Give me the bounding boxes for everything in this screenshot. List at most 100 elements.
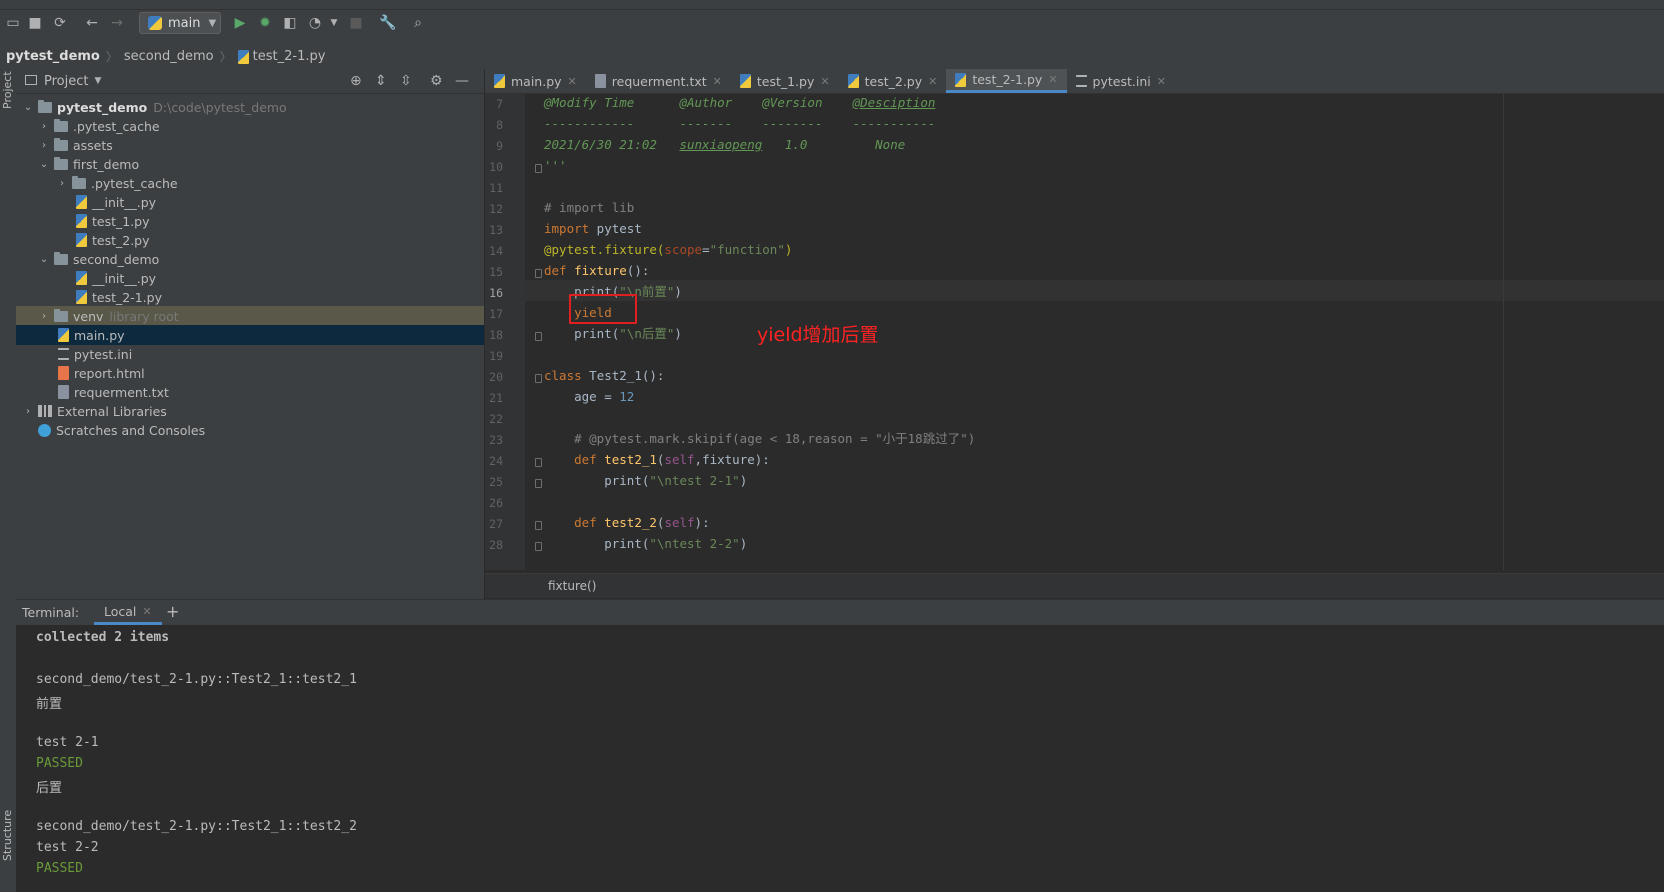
tab-label: test_1.py: [756, 73, 815, 89]
tree-item-first-demo[interactable]: ⌄ first_demo: [16, 154, 484, 174]
code-editor[interactable]: [525, 94, 1664, 570]
folder-icon: [54, 308, 68, 322]
tree-item-scratches[interactable]: Scratches and Consoles: [16, 420, 484, 440]
tree-item-assets[interactable]: › assets: [16, 135, 484, 155]
coverage-icon[interactable]: ◧: [281, 14, 299, 32]
code-line-28: print("\ntest 2-2"): [604, 536, 748, 551]
close-icon[interactable]: ✕: [1048, 73, 1057, 86]
close-icon[interactable]: ✕: [568, 75, 577, 88]
fold-marker-icon[interactable]: [535, 374, 542, 383]
search-icon[interactable]: ⌕: [409, 14, 427, 32]
tree-item-pytest-ini[interactable]: pytest.ini: [16, 344, 484, 364]
current-line-highlight: [525, 280, 1664, 301]
line-number: 26: [489, 496, 503, 510]
breadcrumb-item-project[interactable]: pytest_demo: [6, 49, 100, 64]
fold-marker-icon[interactable]: [535, 458, 542, 467]
chevron-right-icon[interactable]: ›: [38, 140, 50, 151]
settings-wrench-icon[interactable]: 🔧: [379, 14, 397, 32]
line-number: 11: [489, 181, 503, 195]
tree-item-first-demo-init[interactable]: __init__.py: [16, 192, 484, 212]
chevron-right-icon[interactable]: ›: [38, 121, 50, 132]
tab-test-2-py[interactable]: test_2.py ✕: [839, 69, 947, 93]
terminal-output[interactable]: collected 2 items second_demo/test_2-1.p…: [16, 625, 1664, 892]
sync-icon[interactable]: ⟳: [51, 14, 69, 32]
editor-breadcrumb-item[interactable]: fixture(): [548, 579, 596, 593]
line-number: 22: [489, 412, 503, 426]
chevron-down-icon[interactable]: ⌄: [38, 254, 50, 265]
close-icon[interactable]: ✕: [928, 75, 937, 88]
breadcrumb: pytest_demo 〉 second_demo 〉 test_2-1.py: [0, 44, 1664, 70]
breadcrumb-separator-icon: 〉: [219, 50, 232, 64]
tree-item-main-py[interactable]: main.py: [16, 325, 484, 345]
forward-icon[interactable]: →: [108, 14, 126, 32]
terminal-line: collected 2 items: [36, 630, 170, 645]
structure-tool-window-button[interactable]: Structure: [1, 810, 14, 861]
chevron-down-icon[interactable]: ▼: [94, 76, 101, 86]
breadcrumb-item-file[interactable]: test_2-1.py: [253, 49, 326, 64]
breadcrumb-item-folder[interactable]: second_demo: [124, 49, 214, 64]
new-terminal-plus-icon[interactable]: +: [166, 602, 179, 621]
hide-panel-icon[interactable]: —: [455, 73, 469, 89]
tree-item-test-1[interactable]: test_1.py: [16, 211, 484, 231]
tree-item-second-demo-init[interactable]: __init__.py: [16, 268, 484, 288]
line-number: 9: [496, 139, 503, 153]
tree-item-first-demo-pytest-cache[interactable]: › .pytest_cache: [16, 173, 484, 193]
code-line-12: # import lib: [544, 200, 635, 215]
scratches-icon: [38, 423, 51, 437]
tree-item-requerment-txt[interactable]: requerment.txt: [16, 382, 484, 402]
tab-pytest-ini[interactable]: pytest.ini ✕: [1067, 69, 1175, 93]
fold-marker-icon[interactable]: [535, 521, 542, 530]
terminal-tab-local[interactable]: Local ✕: [94, 600, 162, 625]
tree-item-second-demo[interactable]: ⌄ second_demo: [16, 249, 484, 269]
back-icon[interactable]: ←: [83, 14, 101, 32]
fold-marker-icon[interactable]: [535, 332, 542, 341]
fold-marker-icon[interactable]: [535, 479, 542, 488]
tree-item-report-html[interactable]: report.html: [16, 363, 484, 383]
tab-test-1-py[interactable]: test_1.py ✕: [731, 69, 839, 93]
more-run-chevron-icon[interactable]: ▼: [325, 14, 343, 32]
annotation-text: yield增加后置: [757, 324, 879, 346]
chevron-down-icon[interactable]: ⌄: [22, 102, 34, 113]
stop-icon[interactable]: ■: [347, 14, 365, 32]
code-line-18: print("\n后置"): [574, 326, 682, 341]
tab-main-py[interactable]: main.py ✕: [485, 69, 586, 93]
tree-item-external-libraries[interactable]: › External Libraries: [16, 401, 484, 421]
profile-icon[interactable]: ◔: [306, 14, 324, 32]
line-number: 27: [489, 517, 503, 531]
chevron-right-icon[interactable]: ›: [38, 311, 50, 322]
close-icon[interactable]: ✕: [142, 605, 151, 618]
run-config-selector[interactable]: main ▼: [139, 12, 221, 34]
tab-label: pytest.ini: [1092, 73, 1151, 89]
chevron-right-icon[interactable]: ›: [22, 406, 34, 417]
tree-item-venv[interactable]: › venv library root: [16, 306, 484, 326]
tab-test-2-1-py[interactable]: test_2-1.py ✕: [946, 69, 1067, 93]
tree-item-test-2-1[interactable]: test_2-1.py: [16, 287, 484, 307]
close-icon[interactable]: ✕: [1157, 75, 1166, 88]
code-line-27: def test2_2(self):: [574, 515, 710, 530]
project-panel-title[interactable]: Project: [44, 74, 88, 89]
fold-marker-icon[interactable]: [535, 542, 542, 551]
debug-icon[interactable]: ✹: [256, 14, 274, 32]
project-tool-window-button[interactable]: Project: [1, 71, 14, 109]
chevron-down-icon[interactable]: ⌄: [38, 159, 50, 170]
close-icon[interactable]: ✕: [820, 75, 829, 88]
folder-icon: [54, 118, 68, 132]
fold-marker-icon[interactable]: [535, 269, 542, 278]
collapse-all-icon[interactable]: ⇳: [400, 73, 412, 89]
gear-icon[interactable]: ⚙: [430, 73, 443, 89]
tree-item-project-root[interactable]: ⌄ pytest_demo D:\code\pytest_demo: [16, 97, 484, 117]
expand-all-icon[interactable]: ⇕: [375, 73, 387, 89]
chevron-right-icon[interactable]: ›: [56, 178, 68, 189]
tree-item-pytest-cache[interactable]: › .pytest_cache: [16, 116, 484, 136]
tab-requerment-txt[interactable]: requerment.txt ✕: [586, 69, 731, 93]
locate-file-icon[interactable]: ⊕: [350, 73, 362, 89]
python-file-icon: [76, 233, 87, 247]
close-icon[interactable]: ✕: [713, 75, 722, 88]
tree-item-test-2[interactable]: test_2.py: [16, 230, 484, 250]
open-folder-icon[interactable]: ▭: [4, 14, 22, 32]
save-icon[interactable]: ■: [26, 14, 44, 32]
run-icon[interactable]: ▶: [231, 14, 249, 32]
tree-item-label: first_demo: [73, 156, 140, 172]
line-number: 25: [489, 475, 503, 489]
fold-marker-icon[interactable]: [535, 164, 542, 173]
